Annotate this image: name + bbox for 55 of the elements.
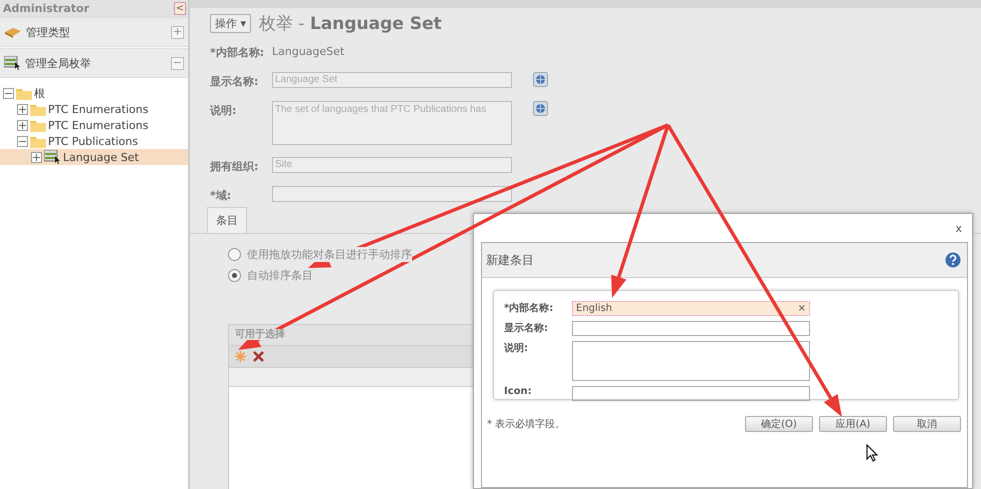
tab[interactable]: 条目 [207,207,247,233]
field-label: *内部名称: [504,302,554,315]
radio-label: 自动排序条目 [247,268,313,283]
collapse-icon[interactable] [171,56,184,70]
field-label: *域: [210,188,232,203]
required-note: * 表示必填字段。 [487,418,566,431]
dialog-title: 新建条目 [486,252,534,268]
field-value: LanguageSet [272,44,346,58]
mouse-pointer-icon [866,444,878,462]
list-icon [44,150,61,164]
close-button[interactable]: x [955,222,962,235]
tree-item[interactable]: PTC Enumerations [48,102,148,116]
panel-title: Administrator [3,2,90,15]
globe-icon[interactable] [533,101,548,116]
radio-button[interactable] [228,269,241,282]
collapse-icon[interactable] [17,136,28,146]
radio-button[interactable] [228,248,241,261]
collapse-icon[interactable] [3,88,14,98]
description-field[interactable] [572,341,810,381]
expand-icon[interactable] [31,152,42,162]
help-icon[interactable] [945,252,961,268]
folder-icon [30,134,46,148]
field-label: 说明: [210,103,238,118]
field-label: *内部名称: [210,45,266,60]
page-title: 枚举 - Language Set [259,13,442,35]
folder-icon [16,86,32,100]
field-label: 显示名称: [210,74,260,89]
field-label: Icon: [504,386,533,397]
tree-item[interactable]: 根 [34,86,45,100]
input-field[interactable]: English × [572,301,810,316]
radio-label: 使用拖放功能对条目进行手动排序 [247,247,412,262]
folder-icon [30,118,46,132]
collapse-button[interactable]: < [174,2,186,15]
expand-icon[interactable] [171,26,184,38]
list-icon [4,56,21,70]
dialog-button[interactable]: 应用(A) [819,416,887,432]
expand-icon[interactable] [17,104,28,114]
expand-icon[interactable] [17,120,28,130]
tree-item[interactable]: PTC Publications [48,134,138,148]
input-field[interactable] [572,386,810,401]
input-field[interactable] [572,321,810,336]
delete-icon[interactable] [252,350,265,363]
tree-item[interactable]: PTC Enumerations [48,118,148,132]
clear-button[interactable]: × [798,302,806,315]
globe-icon[interactable] [533,72,548,87]
actions-button[interactable]: 操作 ▾ [210,14,252,33]
field-label: 说明: [504,342,529,355]
dialog-button[interactable]: 取消 [893,416,961,432]
field-label: 显示名称: [504,322,549,335]
folder-icon [30,102,46,116]
dialog-button[interactable]: 确定(O) [745,416,813,432]
table-title: 可用于选择 [235,329,285,340]
field-label: 拥有组织: [210,159,260,174]
input-field[interactable] [272,186,512,202]
box-icon [4,26,22,38]
